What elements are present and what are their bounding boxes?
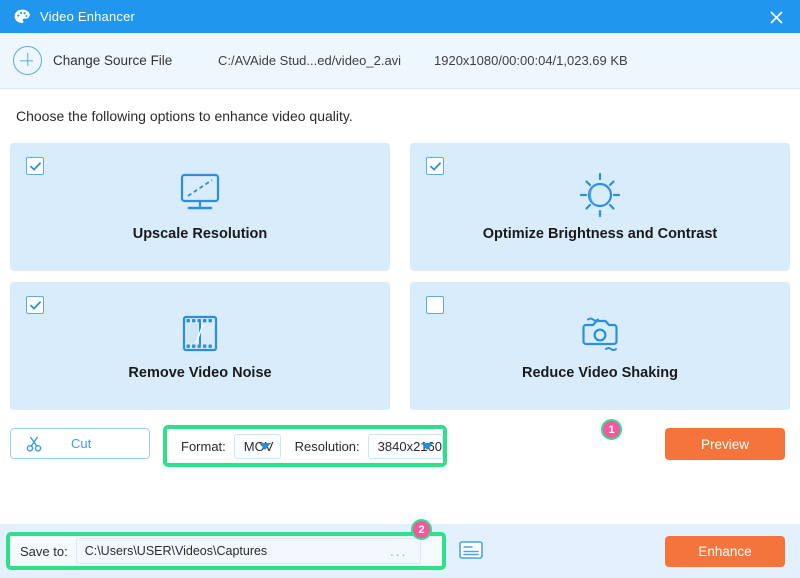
resolution-select[interactable]: 3840x2160	[367, 433, 443, 459]
option-card-remove-video-noise[interactable]: Remove Video Noise	[10, 282, 390, 410]
step-badge-1: 1	[601, 419, 622, 440]
save-path-value: C:\Users\USER\Videos\Captures	[84, 544, 268, 558]
option-label-upscale-resolution: Upscale Resolution	[132, 226, 268, 242]
chevron-down-icon	[258, 443, 271, 450]
enhance-options-grid: Upscale Resolution Optimize Brightness a…	[10, 143, 790, 410]
format-resolution-highlight: Format: MOV Resolution: 3840x2160	[163, 425, 447, 467]
preview-button-label: Preview	[700, 436, 749, 452]
source-file-meta: 1920x1080/00:00:04/1,023.69 KB	[434, 53, 628, 68]
format-label: Format:	[181, 438, 226, 454]
step-badge-2: 2	[411, 519, 432, 540]
option-card-upscale-resolution[interactable]: Upscale Resolution	[10, 143, 390, 271]
window-title: Video Enhancer	[40, 9, 136, 24]
source-file-bar: Change Source File C:/AVAide Stud...ed/v…	[0, 33, 800, 89]
option-label-optimize-brightness: Optimize Brightness and Contrast	[482, 226, 718, 242]
option-card-optimize-brightness[interactable]: Optimize Brightness and Contrast	[410, 143, 790, 271]
title-bar: Video Enhancer	[0, 0, 800, 33]
resolution-label: Resolution:	[294, 438, 360, 454]
plus-circle-icon[interactable]	[13, 46, 42, 75]
save-to-highlight: Save to: C:\Users\USER\Videos\Captures .…	[6, 532, 446, 570]
camera-stabilize-icon	[572, 308, 628, 360]
checkbox-optimize-brightness[interactable]	[426, 157, 444, 175]
enhance-button[interactable]: Enhance	[665, 536, 785, 567]
bottom-bar: Save to: C:\Users\USER\Videos\Captures .…	[0, 519, 800, 578]
change-source-file-button[interactable]: Change Source File	[53, 53, 172, 68]
option-label-remove-video-noise: Remove Video Noise	[128, 365, 272, 381]
monitor-upscale-icon	[172, 169, 228, 221]
source-file-path: C:/AVAide Stud...ed/video_2.avi	[218, 53, 402, 68]
option-label-reduce-video-shaking: Reduce Video Shaking	[521, 365, 679, 381]
sun-brightness-icon	[572, 169, 628, 221]
controls-row: Cut Format: MOV Resolution: 3840x2160 1 …	[0, 419, 800, 467]
palette-icon	[13, 8, 31, 26]
cut-button-label: Cut	[71, 436, 92, 451]
option-card-reduce-video-shaking[interactable]: Reduce Video Shaking	[410, 282, 790, 410]
chevron-down-icon	[421, 443, 433, 450]
preview-button[interactable]: Preview	[665, 428, 785, 460]
film-strip-icon	[172, 308, 228, 360]
folder-open-icon[interactable]	[458, 539, 484, 561]
instruction-text: Choose the following options to enhance …	[16, 108, 353, 124]
cut-button[interactable]: Cut	[10, 428, 150, 459]
enhance-button-label: Enhance	[698, 544, 752, 559]
format-select[interactable]: MOV	[233, 433, 281, 459]
close-icon[interactable]	[764, 5, 788, 29]
video-enhancer-window: Video Enhancer Change Source File C:/AVA…	[0, 0, 800, 578]
save-to-label: Save to:	[20, 543, 68, 559]
checkbox-remove-video-noise[interactable]	[26, 296, 44, 314]
scissors-icon	[25, 435, 43, 453]
save-path-input[interactable]: C:\Users\USER\Videos\Captures ...	[75, 538, 421, 564]
checkbox-reduce-video-shaking[interactable]	[426, 296, 444, 314]
browse-folder-button[interactable]: ...	[378, 539, 420, 563]
checkbox-upscale-resolution[interactable]	[26, 157, 44, 175]
